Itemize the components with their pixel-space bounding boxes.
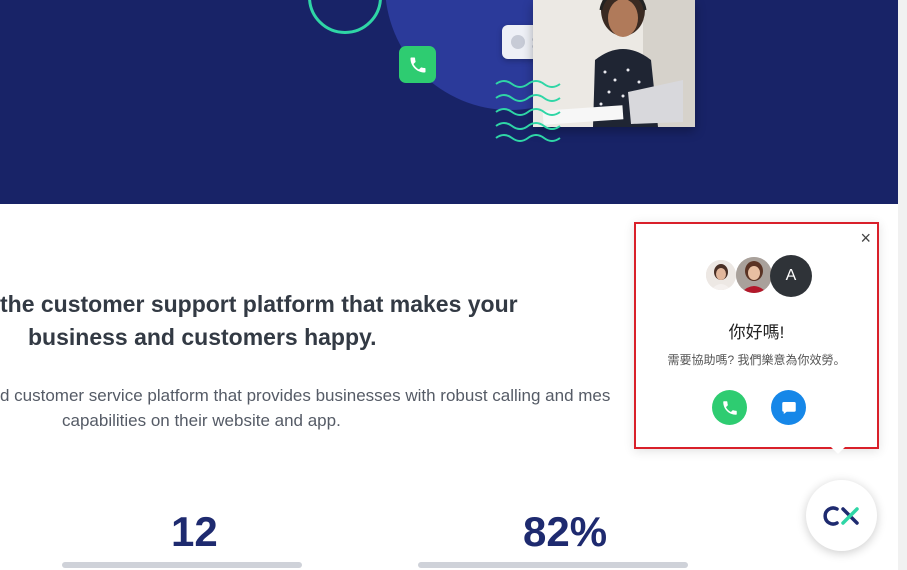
agent-avatars: A xyxy=(704,255,824,302)
chat-greeting-popup: × A 你好嗎! 需要協助嗎? 我們樂意為你效勞。 xyxy=(634,222,879,449)
stat-caption-placeholder xyxy=(62,562,302,568)
headline-line-1: the customer support platform that makes… xyxy=(0,291,518,317)
hero-ring-decoration xyxy=(308,0,382,34)
subtext-line-1: d customer service platform that provide… xyxy=(0,386,611,405)
hero-waves-decoration xyxy=(495,80,561,142)
headline-line-2: business and customers happy. xyxy=(28,324,377,350)
avatar: A xyxy=(770,255,812,297)
avatar xyxy=(736,257,772,293)
greeting-text: 你好嗎! xyxy=(728,323,785,342)
chat-bubble-icon xyxy=(781,401,796,414)
chat-launcher-button[interactable] xyxy=(806,480,877,551)
stat-value: 12 xyxy=(171,508,218,555)
stat-value: 82% xyxy=(523,508,608,555)
hero-banner xyxy=(0,0,898,204)
stat-caption-placeholder xyxy=(418,562,688,568)
close-icon[interactable]: × xyxy=(860,228,871,248)
phone-icon xyxy=(722,400,737,415)
call-button[interactable] xyxy=(712,390,747,425)
hero-phone-icon xyxy=(399,46,436,83)
help-text: 需要協助嗎? 我們樂意為你效勞。 xyxy=(667,353,846,367)
chat-button[interactable] xyxy=(771,390,806,425)
popup-pointer xyxy=(830,446,846,454)
subtext-line-2: capabilities on their website and app. xyxy=(62,411,341,430)
cx-logo-icon xyxy=(822,505,859,526)
page-scrollbar[interactable] xyxy=(898,0,907,570)
avatar xyxy=(706,260,736,290)
